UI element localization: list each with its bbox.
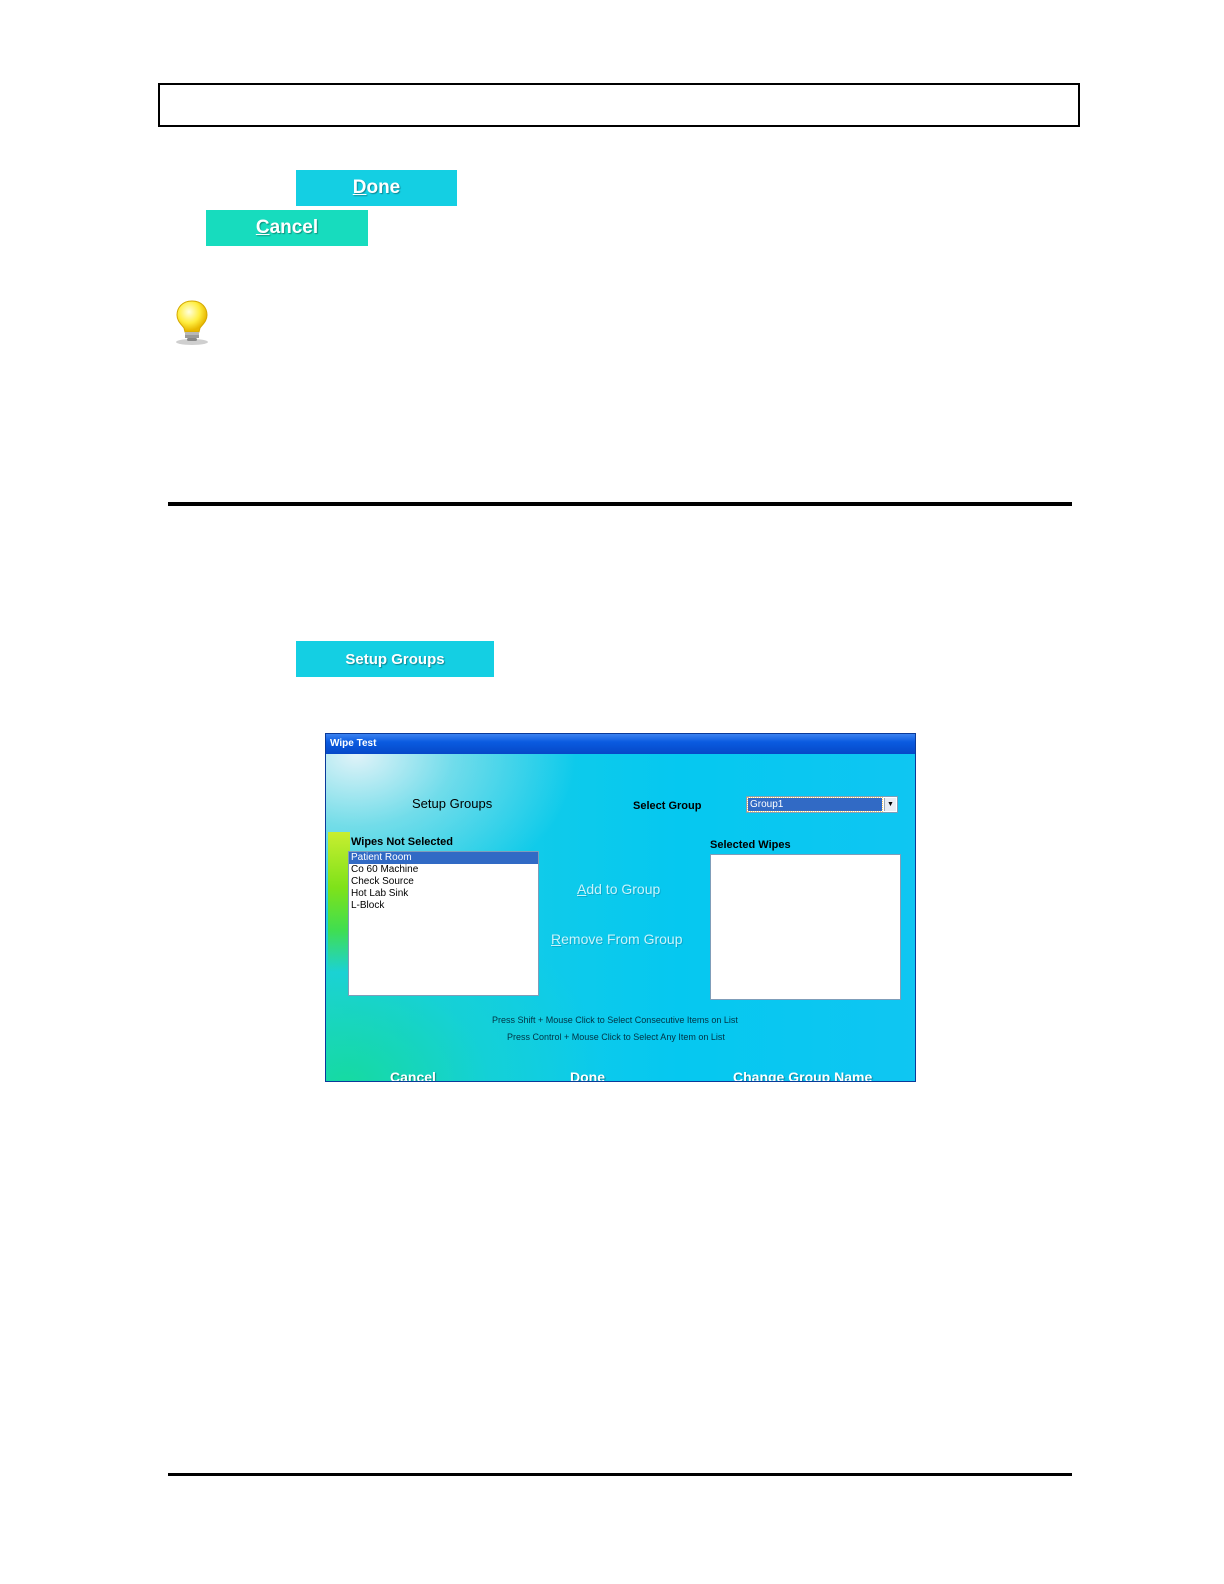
done-rest: one: [366, 177, 401, 198]
hint-shift-click: Press Shift + Mouse Click to Select Cons…: [492, 1015, 738, 1025]
setup-groups-button[interactable]: Setup Groups: [296, 641, 494, 677]
list-item[interactable]: Hot Lab Sink: [349, 888, 538, 900]
dialog-done-accel: D: [570, 1069, 581, 1082]
selected-wipes-list[interactable]: [710, 854, 901, 1000]
dialog-heading: Setup Groups: [412, 796, 493, 811]
chevron-down-icon[interactable]: ▼: [884, 798, 896, 811]
change-group-name-button[interactable]: Change Group Name: [733, 1069, 873, 1082]
hint-control-click: Press Control + Mouse Click to Select An…: [507, 1032, 725, 1042]
lightbulb-icon: [176, 300, 208, 345]
remove-from-group-button[interactable]: Remove From Group: [551, 931, 683, 947]
setup-groups-label: Setup Groups: [345, 650, 445, 668]
footer-divider: [168, 1473, 1072, 1476]
wipes-not-selected-label: Wipes Not Selected: [351, 836, 453, 848]
change-group-rest: ame: [844, 1069, 873, 1082]
dialog-client: Setup Groups Select Group Group1 ▼ Wipes…: [326, 754, 915, 1081]
section-divider: [168, 502, 1072, 506]
list-item[interactable]: Co 60 Machine: [349, 864, 538, 876]
cancel-button[interactable]: Cancel: [206, 210, 368, 246]
dialog-cancel-rest: ancel: [400, 1069, 436, 1082]
select-group-label: Select Group: [633, 800, 702, 812]
change-group-pre: Change Group: [733, 1069, 835, 1082]
list-item[interactable]: Check Source: [349, 876, 538, 888]
add-rest: dd to Group: [586, 881, 661, 897]
dialog-titlebar: Wipe Test: [326, 734, 915, 754]
selected-wipes-label: Selected Wipes: [710, 839, 791, 851]
remove-rest: emove From Group: [561, 931, 683, 947]
dialog-done-button[interactable]: Done: [570, 1069, 606, 1082]
cancel-rest: ancel: [269, 217, 319, 238]
list-item[interactable]: Patient Room: [349, 852, 538, 864]
add-accel: A: [577, 881, 587, 897]
page-header-box: [158, 83, 1080, 127]
decorative-gradient-strip: [328, 832, 350, 972]
dialog-cancel-button[interactable]: Cancel: [390, 1069, 436, 1082]
change-group-accel: N: [834, 1069, 845, 1082]
dialog-title: Wipe Test: [330, 738, 377, 749]
wipes-not-selected-list[interactable]: Patient Room Co 60 Machine Check Source Hot…: [348, 851, 539, 996]
cancel-accel: C: [255, 217, 270, 238]
add-to-group-button[interactable]: Add to Group: [577, 881, 660, 897]
done-accel: D: [352, 177, 367, 198]
list-item[interactable]: L-Block: [349, 900, 538, 912]
select-group-dropdown[interactable]: Group1 ▼: [746, 796, 898, 813]
wipe-test-dialog: Wipe Test Setup Groups Select Group Grou…: [325, 733, 916, 1082]
dialog-cancel-accel: C: [390, 1069, 401, 1082]
dialog-done-rest: one: [580, 1069, 606, 1082]
select-group-value: Group1: [747, 797, 883, 812]
remove-accel: R: [551, 931, 562, 947]
done-button[interactable]: Done: [296, 170, 457, 206]
